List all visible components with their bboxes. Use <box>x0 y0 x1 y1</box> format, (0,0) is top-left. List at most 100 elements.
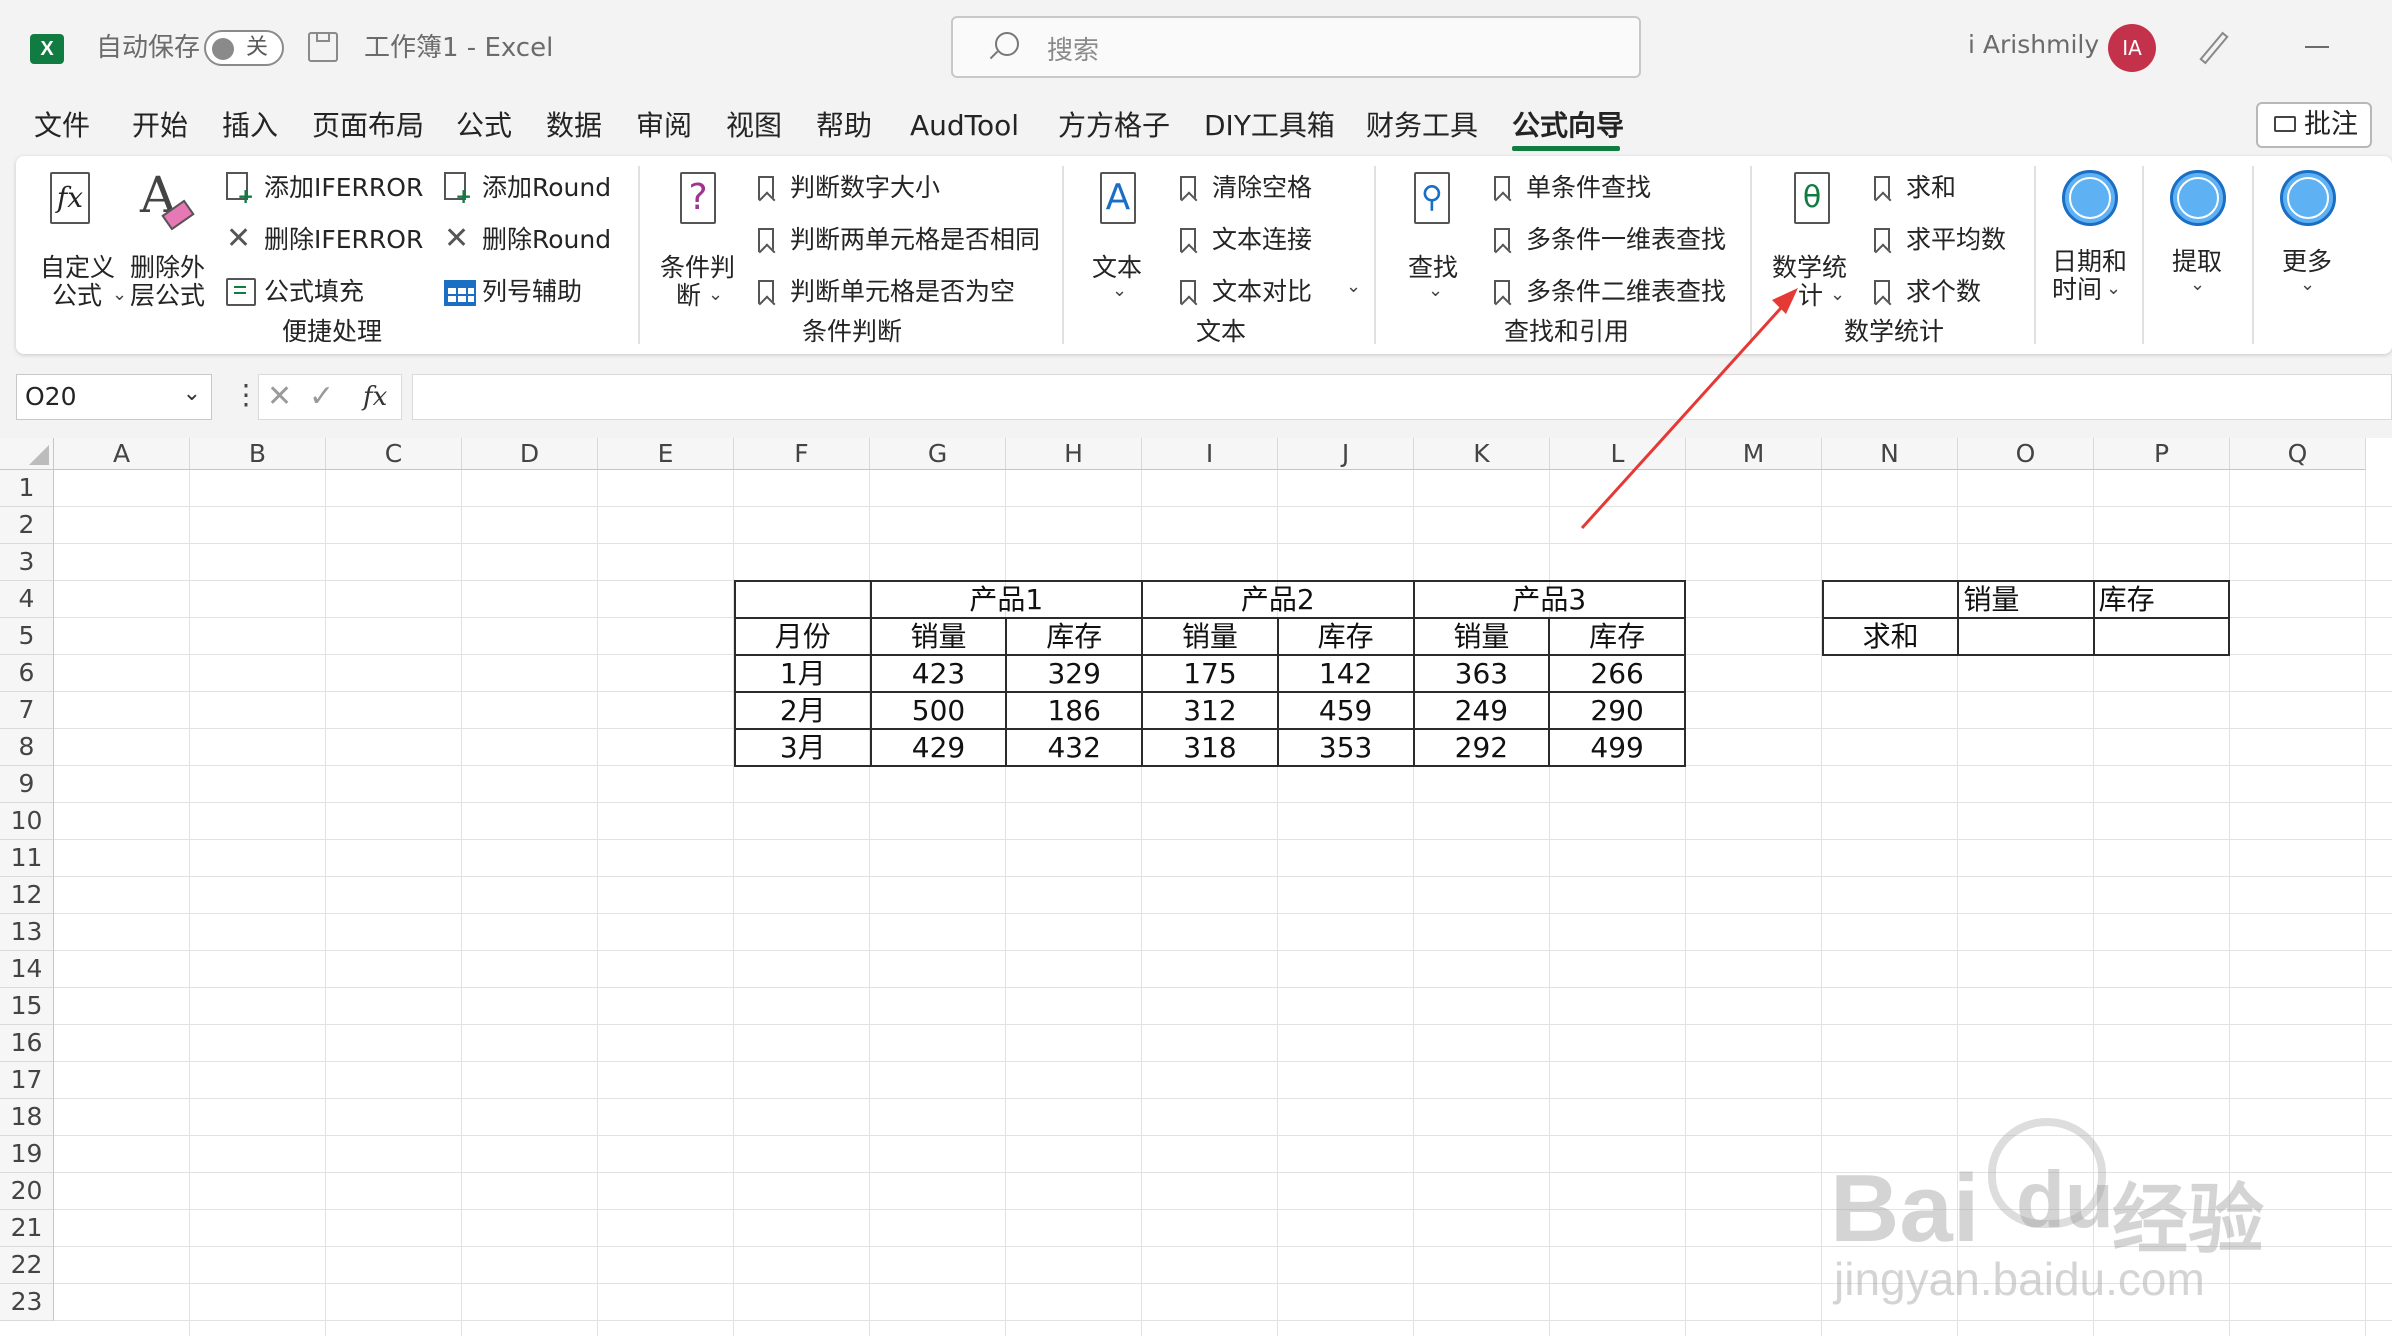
row-header-21[interactable]: 21 <box>0 1210 54 1247</box>
column-header-g[interactable]: G <box>870 438 1006 470</box>
row-header-6[interactable]: 6 <box>0 655 54 692</box>
column-header-q[interactable]: Q <box>2230 438 2366 470</box>
row-header-7[interactable]: 7 <box>0 692 54 729</box>
single-lookup-button[interactable]: 单条件查找 <box>1494 168 1754 208</box>
autosave-toggle[interactable]: 关 <box>204 30 284 66</box>
row-header-12[interactable]: 12 <box>0 877 54 914</box>
cancel-icon[interactable]: ✕ <box>267 379 292 415</box>
custom-formula-button[interactable]: fx 自定义 公式 ⌄ <box>40 172 127 310</box>
add-iferror-button[interactable]: 添加IFERROR <box>226 168 446 208</box>
add-round-button[interactable]: 添加Round <box>444 168 644 208</box>
column-header-f[interactable]: F <box>734 438 870 470</box>
value-cell[interactable]: 429 <box>869 728 1008 767</box>
tab-audtool[interactable]: AudTool <box>910 106 1019 146</box>
row-header-10[interactable]: 10 <box>0 803 54 840</box>
column-header-k[interactable]: K <box>1414 438 1550 470</box>
tab-review[interactable]: 审阅 <box>636 106 692 146</box>
value-cell[interactable]: 363 <box>1412 654 1551 693</box>
product-header[interactable]: 产品3 <box>1412 580 1686 619</box>
column-header-c[interactable]: C <box>326 438 462 470</box>
row-header-8[interactable]: 8 <box>0 729 54 766</box>
pen-icon[interactable] <box>2199 31 2229 65</box>
datetime-button[interactable]: 日期和 时间 ⌄ <box>2052 170 2132 310</box>
column-header-d[interactable]: D <box>462 438 598 470</box>
formula-input[interactable] <box>412 374 2392 420</box>
tab-finance[interactable]: 财务工具 <box>1366 106 1478 146</box>
search-box[interactable]: 搜索 <box>951 16 1641 78</box>
value-cell[interactable]: 500 <box>869 691 1008 730</box>
column-header-a[interactable]: A <box>54 438 190 470</box>
row-header-13[interactable]: 13 <box>0 914 54 951</box>
column-header-m[interactable]: M <box>1686 438 1822 470</box>
row-header-14[interactable]: 14 <box>0 951 54 988</box>
insert-function-icon[interactable]: fx <box>363 379 387 415</box>
summary-row-label[interactable]: 求和 <box>1821 617 1960 656</box>
row-header-5[interactable]: 5 <box>0 618 54 655</box>
value-cell[interactable]: 249 <box>1412 691 1551 730</box>
value-cell[interactable]: 312 <box>1141 691 1279 730</box>
row-header-18[interactable]: 18 <box>0 1099 54 1136</box>
value-cell[interactable]: 318 <box>1141 728 1279 767</box>
month-cell[interactable]: 2月 <box>734 691 872 730</box>
user-name[interactable]: i Arishmily <box>1968 30 2099 59</box>
col-helper-button[interactable]: 列号辅助 <box>444 272 644 312</box>
average-button[interactable]: 求平均数 <box>1874 220 2024 260</box>
tab-page-layout[interactable]: 页面布局 <box>312 106 424 146</box>
month-cell[interactable]: 3月 <box>734 728 872 767</box>
row-header-23[interactable]: 23 <box>0 1284 54 1321</box>
clear-space-button[interactable]: 清除空格 <box>1180 168 1360 208</box>
tab-ffgz[interactable]: 方方格子 <box>1058 106 1170 146</box>
value-cell[interactable]: 432 <box>1005 728 1144 767</box>
value-cell[interactable]: 499 <box>1548 728 1686 767</box>
text-button[interactable]: A 文本 ⌄ <box>1092 172 1152 302</box>
row-header-1[interactable]: 1 <box>0 470 54 507</box>
column-header-e[interactable]: E <box>598 438 734 470</box>
tab-view[interactable]: 视图 <box>726 106 782 146</box>
text-compare-button[interactable]: 文本对比 ⌄ <box>1180 272 1380 312</box>
judge-number-size-button[interactable]: 判断数字大小 <box>758 168 1068 208</box>
column-header-h[interactable]: H <box>1006 438 1142 470</box>
row-header-2[interactable]: 2 <box>0 507 54 544</box>
sub-header[interactable]: 销量 <box>1141 617 1279 656</box>
sub-header[interactable]: 库存 <box>1548 617 1686 656</box>
tab-formulas[interactable]: 公式 <box>456 106 512 146</box>
tab-diy[interactable]: DIY工具箱 <box>1204 106 1335 146</box>
sub-header[interactable]: 库存 <box>1005 617 1144 656</box>
minimize-icon[interactable] <box>2305 46 2329 48</box>
count-button[interactable]: 求个数 <box>1874 272 2024 312</box>
month-header[interactable]: 月份 <box>734 617 872 656</box>
tab-home[interactable]: 开始 <box>132 106 188 146</box>
month-cell[interactable]: 1月 <box>734 654 872 693</box>
extract-button[interactable]: 提取 ⌄ <box>2162 170 2232 310</box>
tab-file[interactable]: 文件 <box>34 106 90 146</box>
column-header-p[interactable]: P <box>2094 438 2230 470</box>
select-all-corner[interactable] <box>0 438 54 470</box>
row-header-9[interactable]: 9 <box>0 766 54 803</box>
comment-button[interactable]: 批注 <box>2256 102 2372 148</box>
confirm-icon[interactable]: ✓ <box>309 379 334 415</box>
fill-formula-button[interactable]: 公式填充 <box>226 272 446 312</box>
sub-header[interactable]: 库存 <box>1276 617 1415 656</box>
column-header-b[interactable]: B <box>190 438 326 470</box>
sum-button[interactable]: 求和 <box>1874 168 2024 208</box>
row-header-15[interactable]: 15 <box>0 988 54 1025</box>
multi-1d-lookup-button[interactable]: 多条件一维表查找 <box>1494 220 1754 260</box>
multi-2d-lookup-button[interactable]: 多条件二维表查找 <box>1494 272 1754 312</box>
del-iferror-button[interactable]: ✕ 删除IFERROR <box>226 220 446 260</box>
more-options-icon[interactable]: ⋮ <box>232 378 260 411</box>
avatar[interactable]: IA <box>2108 24 2156 72</box>
text-concat-button[interactable]: 文本连接 <box>1180 220 1360 260</box>
table-cell[interactable] <box>1821 580 1960 619</box>
row-header-22[interactable]: 22 <box>0 1247 54 1284</box>
product-header[interactable]: 产品1 <box>869 580 1144 619</box>
value-cell[interactable]: 353 <box>1276 728 1415 767</box>
row-header-17[interactable]: 17 <box>0 1062 54 1099</box>
judge-empty-button[interactable]: 判断单元格是否为空 <box>758 272 1068 312</box>
worksheet-grid[interactable]: ABCDEFGHIJKLMNOPQ 1 2 3 4 5 6 7 8 9 10 11 12 13 14 15 1… <box>0 438 2392 1336</box>
tab-insert[interactable]: 插入 <box>222 106 278 146</box>
table-cell[interactable] <box>734 580 872 619</box>
judge-same-button[interactable]: 判断两单元格是否相同 <box>758 220 1068 260</box>
tab-data[interactable]: 数据 <box>546 106 602 146</box>
column-header-n[interactable]: N <box>1822 438 1958 470</box>
column-header-l[interactable]: L <box>1550 438 1686 470</box>
